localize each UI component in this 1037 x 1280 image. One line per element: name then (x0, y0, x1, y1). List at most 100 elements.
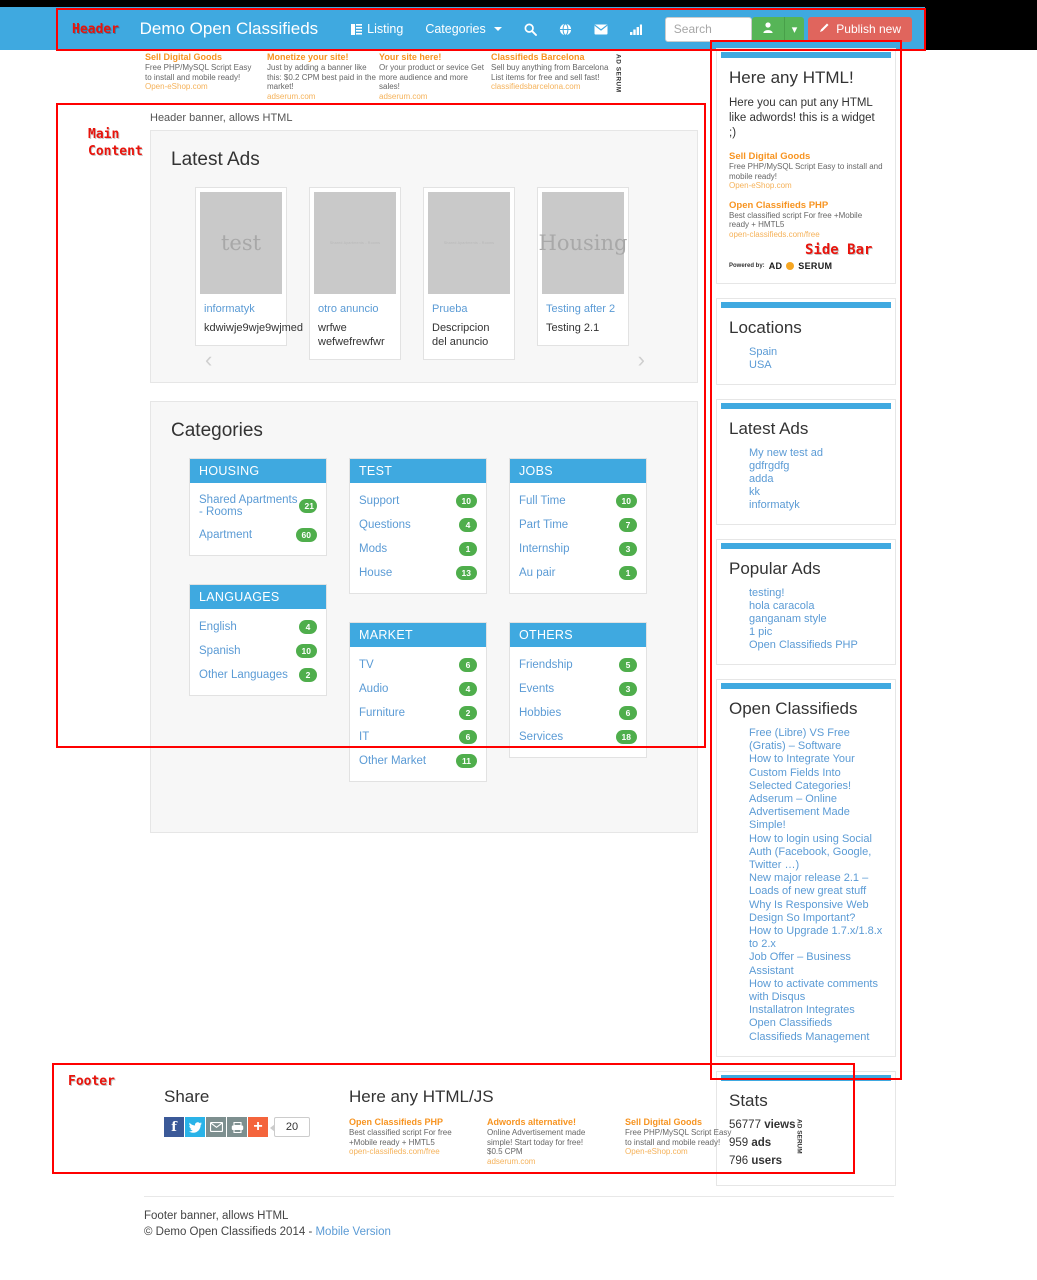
search-input[interactable]: Search (664, 16, 752, 42)
ad-link[interactable]: 1 pic (749, 626, 772, 638)
ad-url[interactable]: classifiedsbarcelona.com (491, 82, 611, 92)
ad-url[interactable]: Open-eShop.com (145, 82, 257, 92)
category-item[interactable]: Part Time 7 (519, 513, 637, 537)
ad-card-title[interactable]: informatyk (204, 303, 278, 315)
blog-link[interactable]: Installatron Integrates Open Classifieds… (749, 1004, 869, 1042)
category-item[interactable]: Internship 3 (519, 537, 637, 561)
category-item[interactable]: Audio 4 (359, 677, 477, 701)
ad-card-title[interactable]: Testing after 2 (546, 303, 620, 315)
carousel-next-arrow[interactable]: › (638, 347, 645, 373)
ad-card[interactable]: test informatyk kdwiwje9wje9wjmed (195, 187, 303, 346)
category-item-label[interactable]: Mods (359, 543, 387, 555)
category-item[interactable]: Questions 4 (359, 513, 477, 537)
category-item-label[interactable]: English (199, 621, 237, 633)
ad-url[interactable]: adserum.com (379, 92, 491, 102)
ad-url[interactable]: Open-eShop.com (729, 181, 883, 191)
list-item[interactable]: New major release 2.1 – Loads of new gre… (749, 872, 883, 898)
category-item-label[interactable]: Apartment (199, 529, 252, 541)
list-item[interactable]: hola caracola (749, 600, 883, 613)
category-item[interactable]: Spanish 10 (199, 639, 317, 663)
nav-item-contact[interactable] (583, 18, 619, 41)
ad-url[interactable]: adserum.com (267, 92, 379, 102)
ad-card-title[interactable]: Prueba (432, 303, 506, 315)
category-item[interactable]: Furniture 2 (359, 701, 477, 725)
list-item[interactable]: testing! (749, 587, 883, 600)
ad-card[interactable]: Housing Testing after 2 Testing 2.1 (537, 187, 629, 346)
ad-url[interactable]: Open-eShop.com (625, 1147, 735, 1157)
ad-link[interactable]: kk (749, 486, 760, 498)
category-item[interactable]: Mods 1 (359, 537, 477, 561)
footer-ad[interactable]: Adwords alternative! Online Advertisemen… (487, 1117, 597, 1166)
list-item[interactable]: Spain (749, 346, 883, 359)
user-account-button[interactable] (751, 16, 784, 42)
location-link[interactable]: USA (749, 359, 772, 371)
category-item-label[interactable]: Hobbies (519, 707, 561, 719)
category-item[interactable]: Au pair 1 (519, 561, 637, 585)
blog-link[interactable]: How to login using Social Auth (Facebook… (749, 833, 872, 871)
site-brand[interactable]: Demo Open Classifieds (140, 19, 319, 39)
top-banner-ad[interactable]: Classifieds Barcelona Sell buy anything … (491, 52, 611, 92)
ad-url[interactable]: open-classifieds.com/free (349, 1147, 459, 1157)
category-item[interactable]: Events 3 (519, 677, 637, 701)
category-item-label[interactable]: Support (359, 495, 399, 507)
list-item[interactable]: Installatron Integrates Open Classifieds… (749, 1004, 883, 1044)
category-item-label[interactable]: Events (519, 683, 554, 695)
nav-item-listing[interactable]: Listing (340, 16, 414, 42)
list-item[interactable]: adda (749, 473, 883, 486)
list-item[interactable]: Adserum – Online Advertisement Made Simp… (749, 793, 883, 833)
footer-ad[interactable]: Open Classifieds PHP Best classified scr… (349, 1117, 459, 1166)
sidebar-ad[interactable]: Open Classifieds PHP Best classified scr… (729, 200, 883, 240)
list-item[interactable]: Job Offer – Business Assistant (749, 951, 883, 977)
category-item-label[interactable]: Part Time (519, 519, 568, 531)
carousel-prev-arrow[interactable]: ‹ (205, 347, 212, 373)
top-banner-ad[interactable]: Sell Digital Goods Free PHP/MySQL Script… (145, 52, 257, 92)
category-item[interactable]: Shared Apartments - Rooms 21 (199, 489, 317, 523)
category-item[interactable]: Apartment 60 (199, 523, 317, 547)
blog-link[interactable]: Adserum – Online Advertisement Made Simp… (749, 793, 850, 831)
category-item-label[interactable]: TV (359, 659, 374, 671)
list-item[interactable]: gdfrgdfg (749, 460, 883, 473)
ad-url[interactable]: adserum.com (487, 1157, 597, 1167)
blog-link[interactable]: New major release 2.1 – Loads of new gre… (749, 872, 868, 897)
print-icon[interactable] (227, 1117, 247, 1137)
category-item[interactable]: Other Languages 2 (199, 663, 317, 687)
ad-link[interactable]: informatyk (749, 499, 800, 511)
nav-item-stats[interactable] (619, 18, 653, 41)
share-plus-icon[interactable]: + (248, 1117, 268, 1137)
list-item[interactable]: How to Integrate Your Custom Fields Into… (749, 753, 883, 793)
list-item[interactable]: How to Upgrade 1.7.x/1.8.x to 2.x (749, 925, 883, 951)
ad-link[interactable]: hola caracola (749, 600, 814, 612)
category-item[interactable]: Other Market 11 (359, 749, 477, 773)
list-item[interactable]: kk (749, 486, 883, 499)
category-item-label[interactable]: Other Market (359, 755, 426, 767)
top-banner-ad[interactable]: Monetize your site! Just by adding a ban… (267, 52, 379, 101)
category-item-label[interactable]: Furniture (359, 707, 405, 719)
top-banner-ad[interactable]: Your site here! Or your product or sevic… (379, 52, 491, 101)
category-item[interactable]: TV 6 (359, 653, 477, 677)
blog-link[interactable]: Free (Libre) VS Free (Gratis) – Software (749, 727, 850, 752)
ad-card[interactable]: Shared Apartments - Rooms otro anuncio w… (309, 187, 401, 360)
location-link[interactable]: Spain (749, 346, 777, 358)
category-item-label[interactable]: Friendship (519, 659, 573, 671)
category-item[interactable]: Full Time 10 (519, 489, 637, 513)
category-item-label[interactable]: Services (519, 731, 563, 743)
blog-link[interactable]: Job Offer – Business Assistant (749, 951, 851, 976)
list-item[interactable]: 1 pic (749, 626, 883, 639)
ad-link[interactable]: testing! (749, 587, 784, 599)
twitter-icon[interactable] (185, 1117, 205, 1137)
list-item[interactable]: Open Classifieds PHP (749, 639, 883, 652)
list-item[interactable]: Why Is Responsive Web Design So Importan… (749, 899, 883, 925)
ad-link[interactable]: gdfrgdfg (749, 460, 789, 472)
list-item[interactable]: Free (Libre) VS Free (Gratis) – Software (749, 727, 883, 753)
nav-item-language[interactable] (548, 17, 583, 42)
ad-link[interactable]: My new test ad (749, 447, 823, 459)
mobile-version-link[interactable]: Mobile Version (315, 1226, 390, 1238)
ad-card[interactable]: Shared Apartments - Rooms Prueba Descrip… (423, 187, 515, 360)
nav-item-categories[interactable]: Categories (414, 16, 512, 42)
category-item-label[interactable]: Au pair (519, 567, 555, 579)
ad-url[interactable]: open-classifieds.com/free (729, 230, 883, 240)
sidebar-ad[interactable]: Sell Digital Goods Free PHP/MySQL Script… (729, 151, 883, 191)
footer-ad[interactable]: Sell Digital Goods Free PHP/MySQL Script… (625, 1117, 735, 1166)
category-item[interactable]: IT 6 (359, 725, 477, 749)
category-item-label[interactable]: Shared Apartments - Rooms (199, 494, 299, 518)
